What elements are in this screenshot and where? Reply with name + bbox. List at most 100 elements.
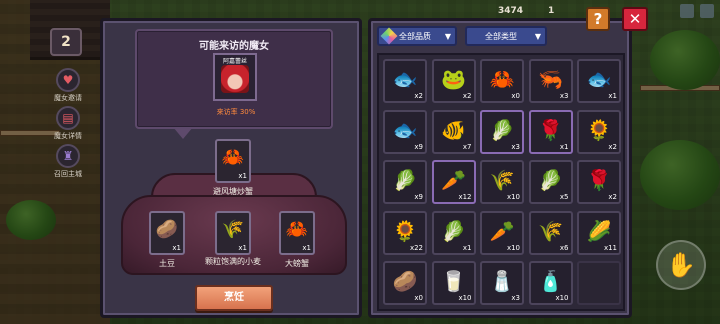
rainbow-gem-icon <box>380 27 398 45</box>
item-icon: 🦐 <box>538 67 563 91</box>
result-dish-slot[interactable]: 🦀 x1 <box>215 139 251 183</box>
inventory-slot[interactable]: 🐟 x1 <box>577 59 621 103</box>
sound-icon[interactable] <box>680 4 694 18</box>
item-count: x0 <box>511 92 520 100</box>
level-badge: 2 <box>50 28 82 56</box>
item-icon: 🐟 <box>392 117 418 142</box>
inventory-slot[interactable]: 🥕 x12 <box>431 160 476 204</box>
inventory-slot[interactable]: 🌻 x22 <box>383 210 427 255</box>
type-filter-dropdown[interactable]: 全部类型 ▼ <box>465 26 547 46</box>
item-icon: 🌻 <box>586 117 612 142</box>
witch-portrait <box>221 65 249 93</box>
inventory-slot[interactable]: 🐟 x9 <box>383 109 427 154</box>
sidebar-item-invite[interactable]: ♥ 魔女邀请 <box>48 68 88 103</box>
sidebar-item-label: 魔女邀请 <box>54 94 82 102</box>
inventory-slot[interactable]: 🥕 x10 <box>480 210 524 255</box>
item-count: x2 <box>608 142 617 151</box>
cook-button[interactable]: 烹饪 <box>195 285 273 311</box>
quality-filter-label: 全部品质 <box>399 31 431 41</box>
inventory-slot[interactable]: 🥬 x9 <box>383 160 427 204</box>
inventory-slot[interactable]: 🌻 x2 <box>577 109 621 154</box>
item-count: x0 <box>414 294 423 302</box>
item-icon: 🐟 <box>392 67 418 91</box>
ingredient-label: 土豆 <box>159 259 175 268</box>
chevron-down-icon: ▼ <box>534 31 541 41</box>
inventory-slot[interactable]: 🧴 x10 <box>528 261 573 305</box>
item-count: x3 <box>511 294 520 302</box>
item-count: x10 <box>506 193 520 201</box>
ingredient-slot[interactable]: 🦀 x1 <box>279 211 315 255</box>
item-count: x7 <box>462 142 472 151</box>
ingredient-slot[interactable]: 🥔 x1 <box>149 211 185 255</box>
item-icon: 🌾 <box>538 218 563 243</box>
item-icon: 🥬 <box>441 218 466 243</box>
inventory-slot[interactable]: 🌽 x11 <box>577 210 621 255</box>
visitor-title: 可能来访的魔女 <box>199 41 269 52</box>
inventory-slot[interactable]: 🦐 x3 <box>528 59 573 103</box>
inventory-slot[interactable]: 🥛 x10 <box>431 261 476 305</box>
cooking-panel: 可能来访的魔女 阿嘉蕾丝 来访率 30% 🦀 x1 避风塘炒蟹 🥔 x1 土豆 … <box>100 18 362 318</box>
item-count: x12 <box>458 193 472 201</box>
interact-hand-button[interactable]: ✋ <box>656 240 706 290</box>
item-icon: 🥛 <box>441 269 466 293</box>
coin-counter: 3474 <box>498 6 524 16</box>
ingredient-label: 大螃蟹 <box>285 259 309 268</box>
help-button[interactable]: ? <box>586 7 610 31</box>
item-count: x5 <box>559 193 569 201</box>
inventory-slot[interactable]: 🥬 x3 <box>480 109 524 154</box>
item-count: x1 <box>559 142 569 151</box>
result-dish-label: 避风塘炒蟹 <box>213 187 253 196</box>
item-count: x9 <box>414 193 423 201</box>
inventory-slot[interactable]: 🥬 x1 <box>431 210 476 255</box>
inventory-slot[interactable]: 🧂 x3 <box>480 261 524 305</box>
item-count: x2 <box>414 92 423 100</box>
sidebar-item-details[interactable]: ▤ 魔女详情 <box>48 106 88 141</box>
settings-icon[interactable] <box>700 4 714 18</box>
filter-bar: 全部品质 ▼ 全部类型 ▼ <box>377 26 547 46</box>
inventory-slot[interactable]: 🥔 x0 <box>383 261 427 305</box>
item-icon: 🌽 <box>586 218 612 243</box>
item-icon: 🐸 <box>441 67 466 91</box>
inventory-slot[interactable]: 🐸 x2 <box>431 59 476 103</box>
possible-visitor-box: 可能来访的魔女 阿嘉蕾丝 来访率 30% <box>135 29 333 139</box>
ingredient-label: 颗粒饱满的小麦 <box>205 257 261 266</box>
inventory-panel: 全部品质 ▼ 全部类型 ▼ 🐟 x2 🐸 x2 🦀 x0 🦐 x3 🐟 x1 🐟 x9 🐠 x7 🥬 x3 🌹 x… <box>368 18 632 318</box>
item-count: x2 <box>608 193 617 201</box>
ingredient-slot[interactable]: 🌾 x1 <box>215 211 251 255</box>
coin-counter-secondary: 1 <box>548 6 555 16</box>
inventory-slot[interactable]: 🥬 x5 <box>528 160 573 204</box>
item-icon: 🥕 <box>489 218 515 243</box>
close-button[interactable]: ✕ <box>622 7 648 31</box>
item-count: x1 <box>608 92 617 100</box>
type-filter-label: 全部类型 <box>485 31 517 41</box>
inventory-slot[interactable]: 🌹 x2 <box>577 160 621 204</box>
sidebar-item-label: 召回主城 <box>54 170 82 178</box>
item-count: x6 <box>559 243 569 252</box>
item-count: x22 <box>409 243 423 252</box>
inventory-slot[interactable]: 🌹 x1 <box>528 109 573 154</box>
item-count: x1 <box>172 244 181 252</box>
item-icon: 🥬 <box>392 168 418 192</box>
item-count: x1 <box>302 244 311 252</box>
item-count: x1 <box>238 172 247 180</box>
inventory-slot-empty[interactable] <box>577 261 621 305</box>
item-icon: 🦀 <box>489 67 515 91</box>
item-count: x11 <box>603 243 617 252</box>
inventory-slot[interactable]: 🐟 x2 <box>383 59 427 103</box>
inventory-slot[interactable]: 🐠 x7 <box>431 109 476 154</box>
item-count: x1 <box>462 243 472 252</box>
potato-icon: 🥔 <box>155 219 179 240</box>
witch-card[interactable]: 阿嘉蕾丝 <box>213 53 257 101</box>
heart-icon: ♥ <box>56 68 80 92</box>
sidebar-item-recall[interactable]: ♜ 召回主城 <box>48 144 88 179</box>
inventory-slot[interactable]: 🌾 x10 <box>480 160 524 204</box>
inventory-slot[interactable]: 🌾 x6 <box>528 210 573 255</box>
quality-filter-dropdown[interactable]: 全部品质 ▼ <box>377 26 457 46</box>
visit-rate: 来访率 30% <box>216 108 256 116</box>
inventory-slot[interactable]: 🦀 x0 <box>480 59 524 103</box>
wheat-icon: 🌾 <box>221 219 245 240</box>
item-icon: 🥬 <box>538 168 563 192</box>
item-count: x3 <box>511 142 520 151</box>
item-icon: 🧴 <box>538 269 563 293</box>
item-count: x10 <box>506 243 520 252</box>
